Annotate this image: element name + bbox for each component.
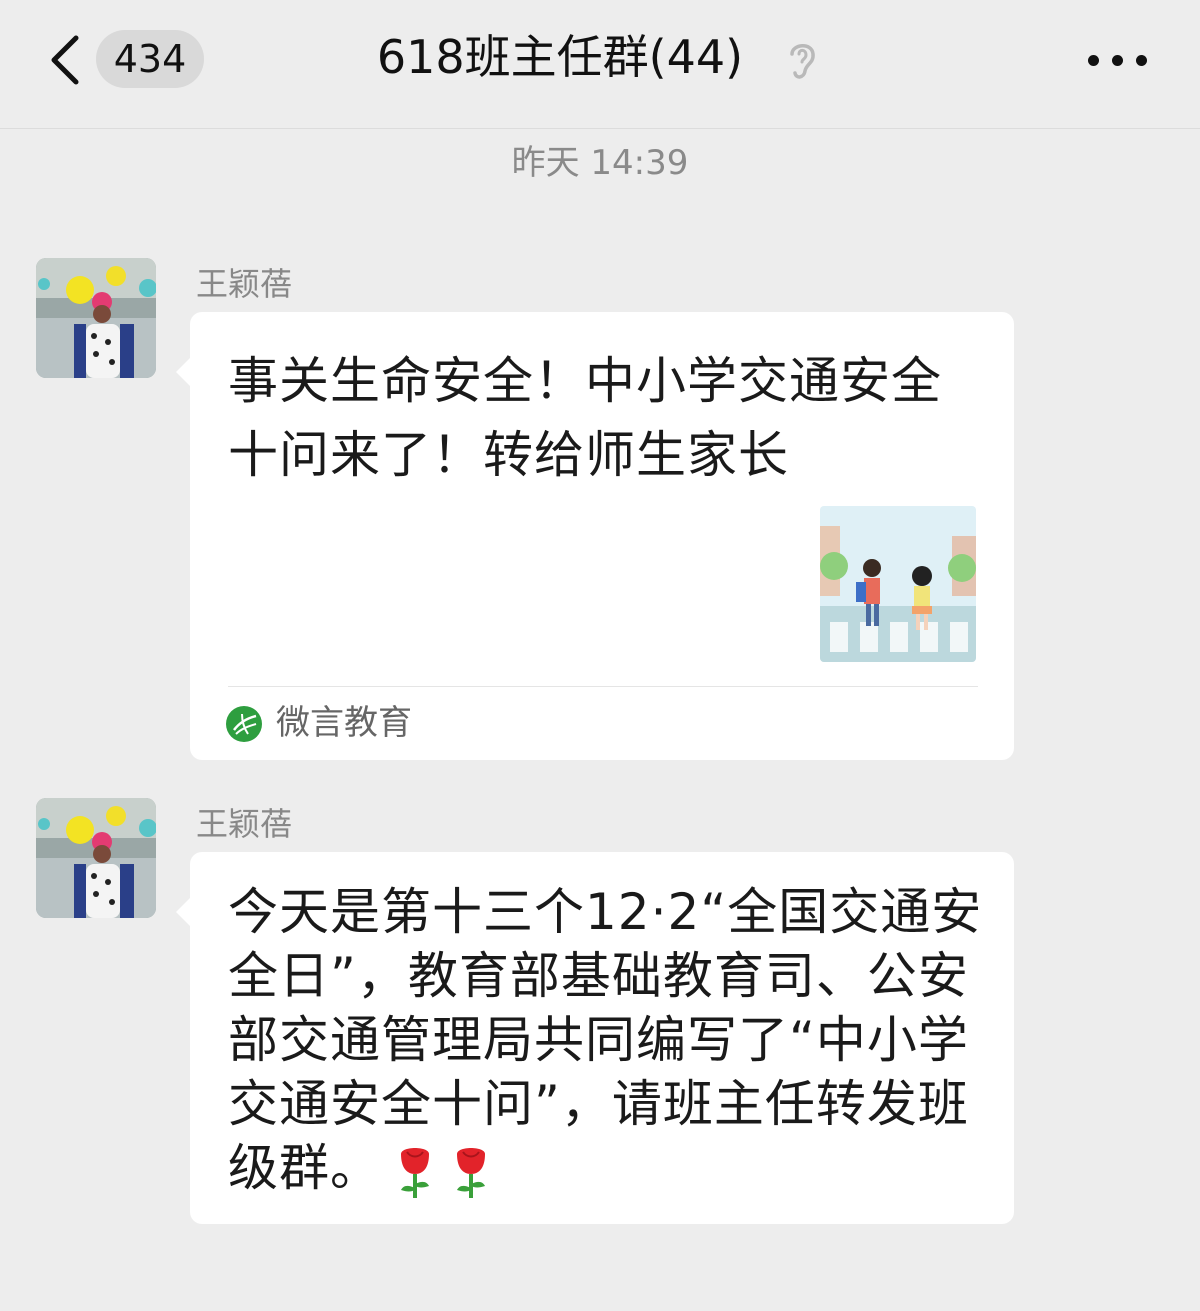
article-thumbnail-illustration [820,506,976,662]
bubble-tail [176,898,190,926]
sender-avatar[interactable] [36,258,156,378]
more-dot [1112,55,1123,66]
avatar-photo [36,798,156,918]
more-dot [1088,55,1099,66]
ear-icon [790,44,815,79]
chevron-left-icon [51,35,79,85]
article-divider [228,686,978,687]
rose-icon [401,1147,429,1198]
sender-name: 王颖蓓 [196,265,293,303]
chat-header: 434 618班主任群(44) [0,0,1200,129]
bubble-tail [176,358,190,386]
rose-icon [457,1147,485,1198]
more-button[interactable] [1082,42,1152,78]
text-message-content: 今天是第十三个12·2“全国交通安全日”，教育部基础教育司、公安部交通管理局共同… [228,880,988,1200]
text-message-bubble[interactable]: 今天是第十三个12·2“全国交通安全日”，教育部基础教育司、公安部交通管理局共同… [176,852,1014,1224]
more-dot [1136,55,1147,66]
sender-name: 王颖蓓 [196,805,293,843]
article-card[interactable]: 事关生命安全！中小学交通安全十问来了！转给师生家长 微言教育 [176,312,1014,760]
message-timestamp: 昨天 14:39 [511,143,689,183]
chat-title: 618班主任群(44) [376,30,744,84]
article-title: 事关生命安全！中小学交通安全十问来了！转给师生家长 [228,352,942,484]
unread-count-badge[interactable]: 434 [96,30,204,88]
avatar-photo [36,258,156,378]
weiyan-logo-icon [226,706,262,742]
back-button[interactable] [40,28,90,88]
article-thumbnail [820,506,976,662]
sender-avatar[interactable] [36,798,156,918]
article-source-name: 微言教育 [276,703,412,743]
text-message-body: 今天是第十三个12·2“全国交通安全日”，教育部基础教育司、公安部交通管理局共同… [228,883,983,1197]
